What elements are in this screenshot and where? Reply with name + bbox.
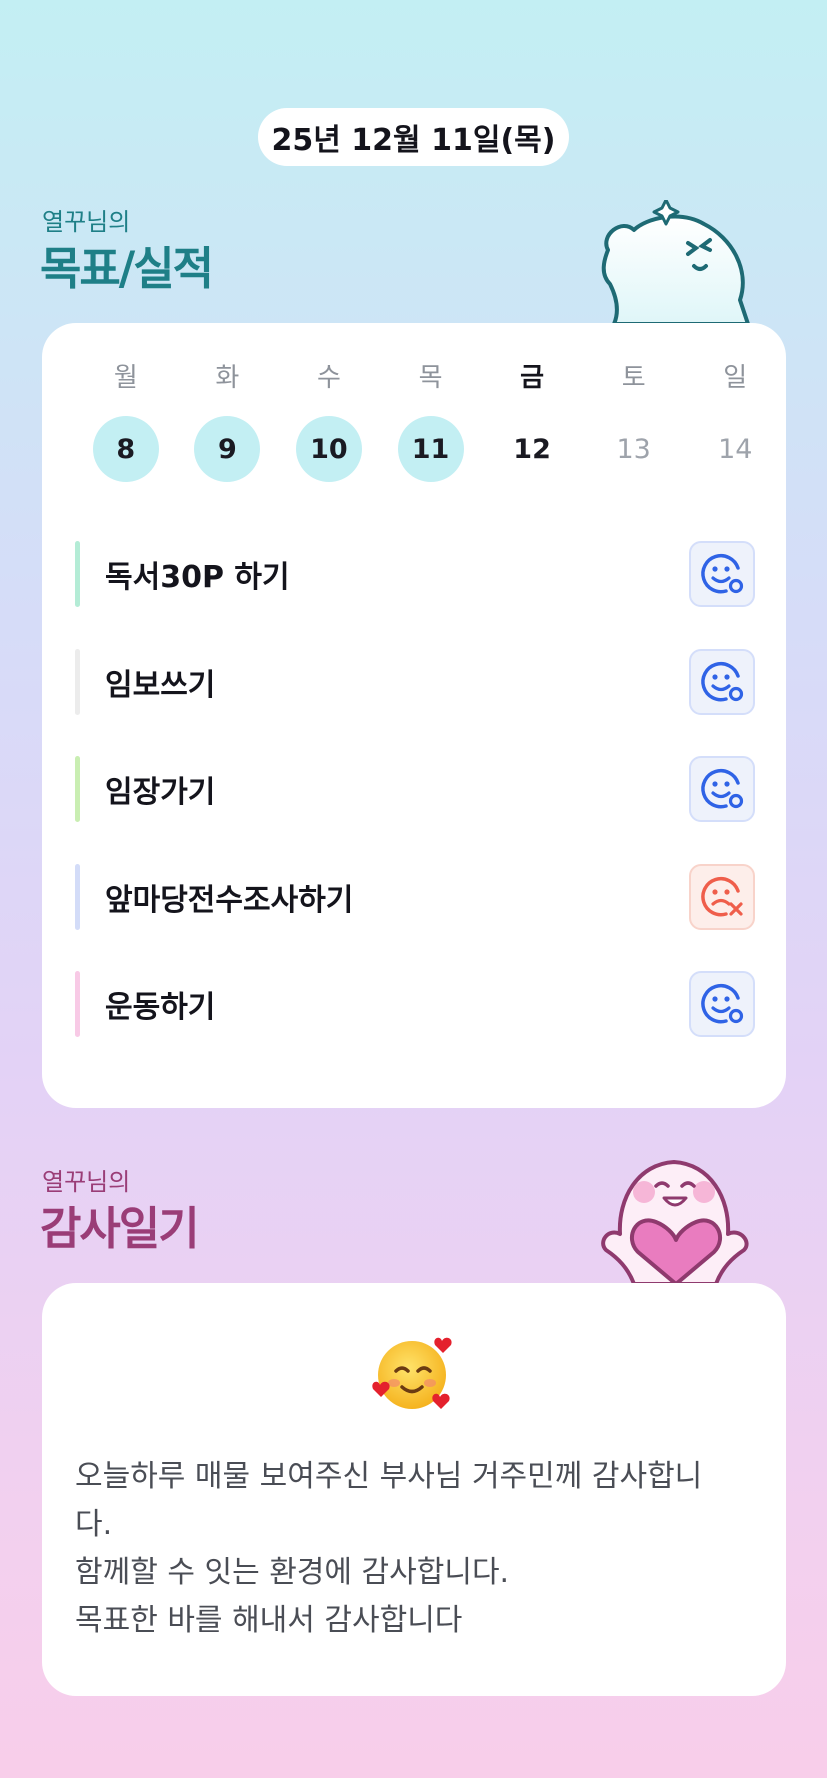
gratitude-section-title: 감사일기	[40, 1202, 200, 1255]
goal-text: 임장가기	[105, 775, 216, 810]
day-name: 수	[316, 363, 341, 393]
goal-item[interactable]: 임장가기	[75, 756, 755, 822]
day-wed[interactable]: 수 10	[278, 363, 380, 482]
goal-color-bar	[75, 648, 80, 715]
gratitude-card: 오늘하루 매물 보여주신 부사님 거주민께 감사합니 다. 함께할 수 잇는 환…	[42, 1283, 786, 1696]
goal-color-bar	[75, 863, 80, 930]
achieved-status-button[interactable]	[689, 541, 755, 607]
smile-check-icon	[701, 769, 744, 809]
goal-item[interactable]: 운동하기	[75, 971, 755, 1037]
sad-x-icon	[701, 876, 743, 916]
goal-color-bar	[75, 541, 80, 607]
achieved-status-button[interactable]	[689, 971, 755, 1037]
goal-text: 앞마당전수조사하기	[105, 882, 354, 918]
goals-section-title: 목표/실적	[40, 242, 214, 295]
goals-card: 월 8 화 9 수 10 목 11 금 12 토 13 일 14 독서30P 하…	[42, 323, 786, 1108]
day-name: 목	[418, 363, 443, 393]
day-tue[interactable]: 화 9	[177, 363, 279, 482]
day-sat[interactable]: 토 13	[583, 363, 685, 482]
day-name: 금	[520, 363, 545, 393]
day-date: 12	[513, 433, 551, 465]
day-date: 8	[92, 416, 159, 482]
goal-text: 임보쓰기	[105, 667, 216, 703]
goal-item[interactable]: 독서30P 하기	[75, 541, 755, 607]
smile-check-icon	[701, 661, 744, 701]
achieved-status-button[interactable]	[689, 756, 755, 822]
goal-item[interactable]: 임보쓰기	[75, 648, 755, 715]
goal-list: 독서30P 하기 임보쓰기 임장가기 앞마당전수조사하기 운동하기	[75, 541, 755, 1079]
week-calendar: 월 8 화 9 수 10 목 11 금 12 토 13 일 14	[42, 363, 786, 482]
day-mon[interactable]: 월 8	[75, 363, 177, 482]
day-date: 14	[718, 433, 753, 465]
day-name: 토	[621, 363, 646, 393]
date-pill[interactable]: 25년 12월 11일(목)	[258, 108, 569, 166]
missed-status-button[interactable]	[689, 863, 755, 930]
day-name: 화	[215, 363, 240, 393]
goal-text: 운동하기	[105, 990, 216, 1025]
smile-check-icon	[701, 554, 744, 594]
day-name: 월	[113, 363, 138, 393]
day-date: 9	[194, 416, 261, 482]
goal-item[interactable]: 앞마당전수조사하기	[75, 863, 755, 930]
day-date: 10	[295, 416, 362, 482]
goal-color-bar	[75, 971, 80, 1037]
day-name: 일	[723, 363, 748, 393]
goal-color-bar	[75, 756, 80, 822]
smiling-face-with-hearts-icon	[372, 1331, 456, 1415]
heart-mascot-icon	[601, 1160, 749, 1284]
gratitude-entry-text: 오늘하루 매물 보여주신 부사님 거주민께 감사합니 다. 함께할 수 잇는 환…	[75, 1459, 703, 1638]
day-fri[interactable]: 금 12	[481, 363, 583, 482]
waving-mascot-icon	[601, 200, 750, 324]
achieved-status-button[interactable]	[689, 648, 755, 715]
day-date: 11	[397, 416, 464, 482]
day-sun[interactable]: 일 14	[684, 363, 786, 482]
goal-text: 독서30P 하기	[105, 560, 290, 595]
smile-check-icon	[701, 984, 744, 1024]
day-thu[interactable]: 목 11	[380, 363, 482, 482]
current-date: 25년 12월 11일(목)	[271, 123, 556, 158]
day-date: 13	[616, 433, 651, 465]
